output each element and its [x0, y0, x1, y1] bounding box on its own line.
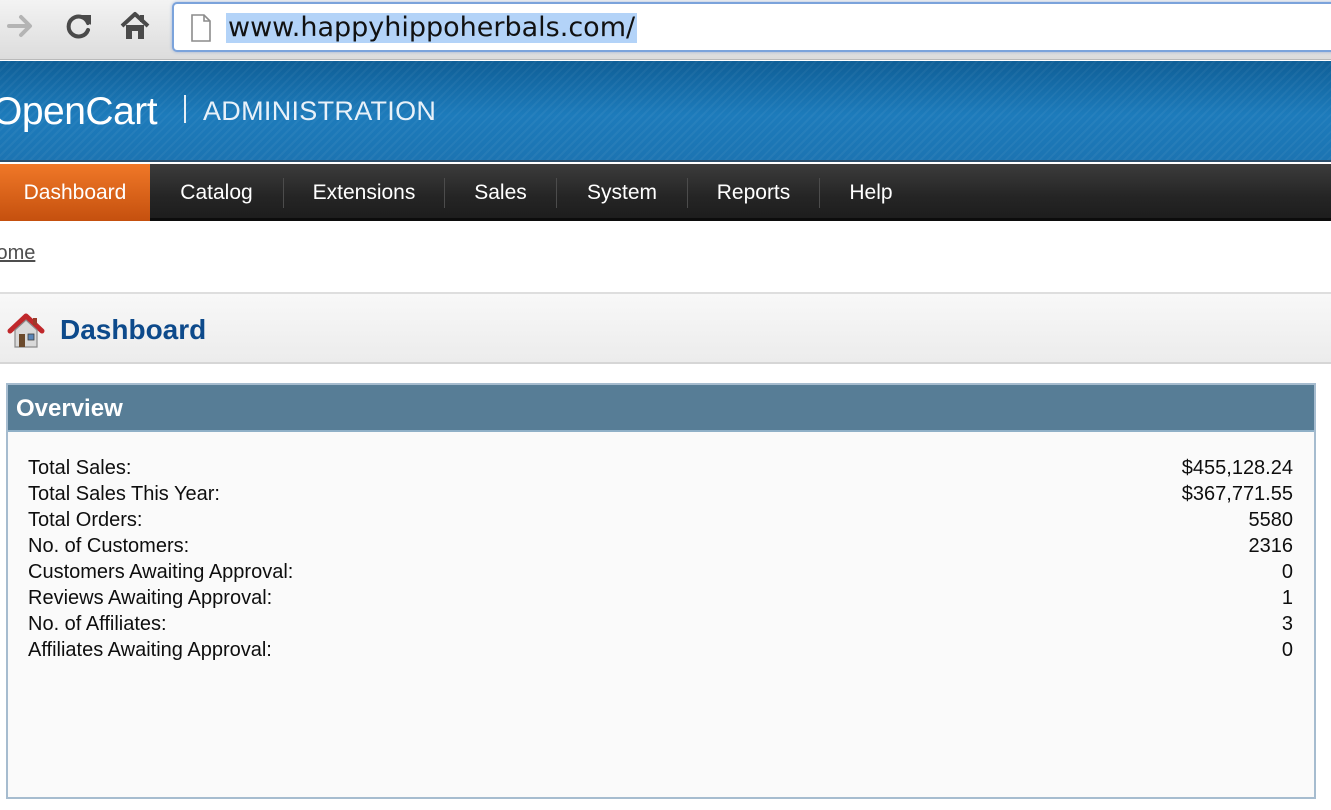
stat-label: No. of Customers: — [28, 535, 190, 557]
overview-panel-header: Overview — [8, 385, 1314, 432]
reload-icon — [66, 14, 91, 39]
stat-value: 5580 — [1248, 509, 1294, 531]
stat-label: Total Sales: — [28, 457, 132, 479]
stat-value: 0 — [1281, 561, 1293, 583]
overview-stats: Total Sales: $455,128.24 Total Sales Thi… — [28, 455, 1293, 663]
stat-value: $455,128.24 — [1181, 457, 1293, 479]
stat-row-customers: No. of Customers: 2316 — [28, 533, 1293, 559]
menu-item-extensions[interactable]: Extensions — [284, 164, 444, 221]
stat-row-customers-awaiting: Customers Awaiting Approval: 0 — [28, 559, 1293, 585]
address-bar[interactable]: www.happyhippoherbals.com/ — [172, 2, 1331, 52]
stat-label: Customers Awaiting Approval: — [28, 561, 294, 583]
stat-row-total-sales-year: Total Sales This Year: $367,771.55 — [28, 481, 1293, 507]
stat-label: Total Sales This Year: — [28, 483, 220, 505]
url-text[interactable]: www.happyhippoherbals.com/ — [226, 13, 638, 43]
page-icon — [191, 14, 211, 42]
stat-value: 1 — [1281, 587, 1293, 609]
page-title: Dashboard — [60, 314, 207, 345]
opencart-logo[interactable]: OpenCart — [0, 90, 158, 134]
stat-value: 2316 — [1248, 535, 1294, 557]
home-icon — [120, 12, 150, 39]
stat-row-reviews-awaiting: Reviews Awaiting Approval: 1 — [28, 585, 1293, 611]
menu-item-help[interactable]: Help — [820, 164, 922, 221]
menu-item-reports[interactable]: Reports — [688, 164, 819, 221]
forward-button[interactable] — [4, 8, 40, 44]
stat-row-total-sales: Total Sales: $455,128.24 — [28, 455, 1293, 481]
overview-panel: Overview Total Sales: $455,128.24 Total … — [6, 383, 1316, 799]
menu-item-system[interactable]: System — [557, 164, 687, 221]
stat-label: Reviews Awaiting Approval: — [28, 587, 273, 609]
menu-item-catalog[interactable]: Catalog — [150, 164, 283, 221]
house-icon — [7, 313, 45, 348]
page-heading: Dashboard — [0, 292, 1331, 364]
stat-value: $367,771.55 — [1181, 483, 1293, 505]
stat-value: 0 — [1281, 639, 1293, 661]
menu-item-dashboard[interactable]: Dashboard — [0, 164, 150, 221]
stat-row-total-orders: Total Orders: 5580 — [28, 507, 1293, 533]
stat-row-affiliates-awaiting: Affiliates Awaiting Approval: 0 — [28, 637, 1293, 663]
admin-header: OpenCart ADMINISTRATION — [0, 61, 1331, 162]
logo-divider — [184, 95, 186, 123]
home-button[interactable] — [117, 8, 153, 44]
menu-item-sales[interactable]: Sales — [445, 164, 556, 221]
stat-row-affiliates: No. of Affiliates: 3 — [28, 611, 1293, 637]
main-menu: Dashboard Catalog Extensions Sales Syste… — [0, 164, 1331, 221]
browser-toolbar: www.happyhippoherbals.com/ — [0, 0, 1331, 60]
breadcrumb-home-link[interactable]: Home — [0, 242, 35, 265]
stat-value: 3 — [1281, 613, 1293, 635]
reload-button[interactable] — [61, 8, 97, 44]
stat-label: No. of Affiliates: — [28, 613, 167, 635]
stat-label: Total Orders: — [28, 509, 143, 531]
stat-label: Affiliates Awaiting Approval: — [28, 639, 272, 661]
overview-title: Overview — [16, 395, 123, 422]
forward-arrow-icon — [7, 15, 32, 37]
logo-subtitle: ADMINISTRATION — [203, 96, 437, 126]
